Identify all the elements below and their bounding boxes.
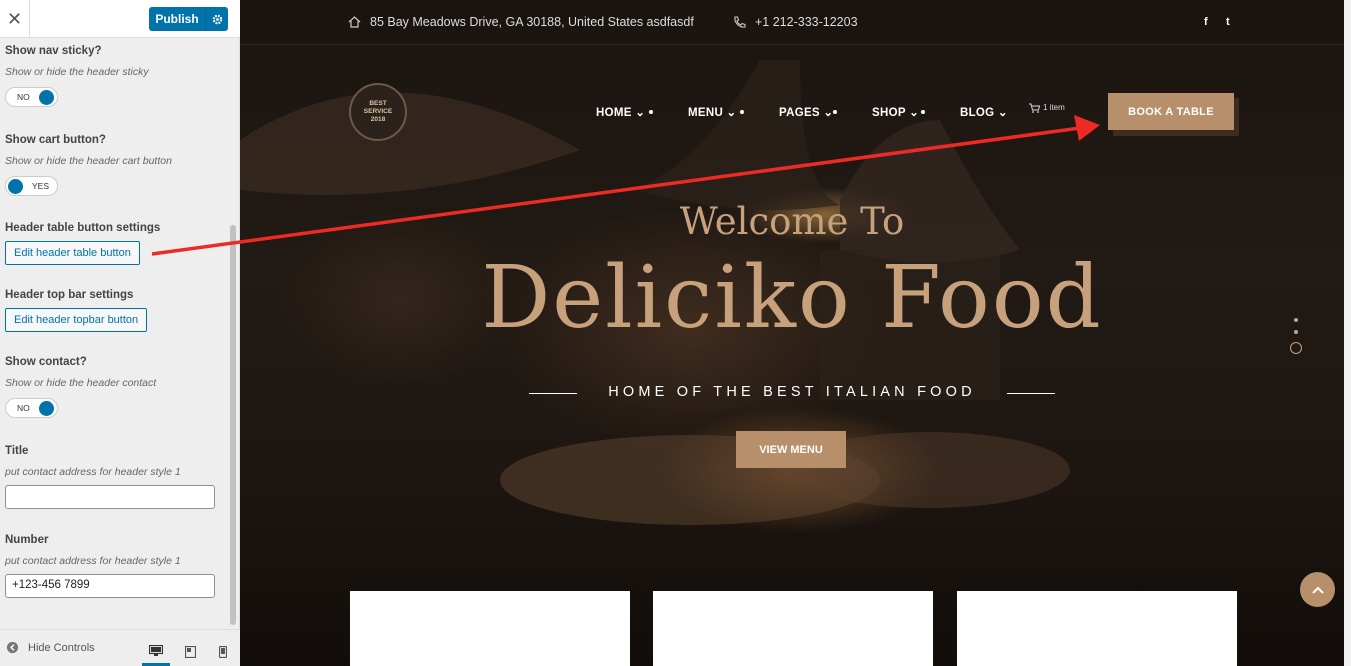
nav-home[interactable]: HOME ⌄ [596, 105, 645, 119]
setting-description: Show or hide the header sticky [5, 66, 149, 78]
hero-title: Deliciko Food [481, 248, 1103, 348]
toggle-knob [39, 90, 54, 105]
nav-label: BLOG [960, 107, 995, 119]
setting-title: Show nav sticky? [5, 45, 102, 57]
feature-card [350, 591, 630, 666]
top-bar: 85 Bay Meadows Drive, GA 30188, United S… [240, 0, 1344, 45]
setting-title: Number [5, 534, 49, 546]
nav-blog[interactable]: BLOG ⌄ [960, 105, 1008, 119]
setting-description: Show or hide the header contact [5, 377, 157, 389]
toggle-state: NO [17, 92, 30, 102]
hero-welcome: Welcome To [679, 200, 905, 243]
setting-cart-button: Show cart button? Show or hide the heade… [5, 134, 172, 196]
logo-line: BEST [369, 100, 387, 107]
address-text: 85 Bay Meadows Drive, GA 30188, United S… [370, 15, 694, 29]
edit-header-topbar-button[interactable]: Edit header topbar button [5, 308, 148, 332]
nav-separator-dot [921, 110, 925, 114]
nav-label: HOME [596, 107, 632, 119]
phone-icon [734, 15, 746, 28]
nav-label: SHOP [872, 107, 906, 119]
phone-text: +1 212-333-12203 [755, 15, 858, 29]
cart-link[interactable]: 1 item [1029, 103, 1065, 113]
setting-show-contact: Show contact? Show or hide the header co… [5, 356, 156, 418]
setting-title: Header table button settings [5, 222, 161, 234]
facebook-icon[interactable]: f [1204, 16, 1208, 28]
nav-separator-dot [833, 110, 837, 114]
address-item: 85 Bay Meadows Drive, GA 30188, United S… [348, 15, 694, 29]
mobile-preview-icon[interactable] [209, 638, 237, 666]
setting-title-field: Title put contact address for header sty… [5, 445, 215, 509]
nav-pages[interactable]: PAGES ⌄ [779, 105, 833, 119]
toggle-state: NO [17, 403, 30, 413]
edit-header-table-button[interactable]: Edit header table button [5, 241, 140, 265]
setting-description: Show or hide the header cart button [5, 155, 172, 167]
home-icon [348, 16, 361, 28]
twitter-icon[interactable]: t [1226, 16, 1230, 28]
slider-dot[interactable] [1294, 318, 1298, 322]
publish-label: Publish [155, 12, 199, 26]
customizer-footer: Hide Controls [0, 629, 240, 666]
setting-header-topbar: Header top bar settings Edit header topb… [5, 289, 148, 332]
gear-icon[interactable] [205, 7, 228, 31]
back-to-top-button[interactable] [1300, 572, 1335, 607]
site-preview: 85 Bay Meadows Drive, GA 30188, United S… [240, 0, 1344, 666]
feature-card [957, 591, 1237, 666]
nav-separator-dot [740, 110, 744, 114]
nav-menu[interactable]: MENU ⌄ [688, 105, 737, 119]
toggle-state: YES [32, 181, 50, 191]
desktop-preview-icon[interactable] [142, 638, 170, 666]
setting-header-table-button: Header table button settings Edit header… [5, 222, 160, 265]
preview-edge [1344, 0, 1351, 666]
cart-button-toggle[interactable]: YES [5, 176, 58, 196]
tablet-preview-icon[interactable] [176, 638, 204, 666]
nav-shop[interactable]: SHOP ⌄ [872, 105, 919, 119]
cart-icon [1029, 103, 1040, 113]
close-icon[interactable]: ✕ [0, 0, 30, 38]
setting-description: put contact address for header style 1 [5, 466, 181, 478]
title-input[interactable] [5, 485, 215, 509]
nav-label: MENU [688, 107, 724, 119]
collapse-icon [6, 641, 19, 654]
subtitle-divider-right [1007, 393, 1055, 394]
setting-title: Header top bar settings [5, 289, 134, 301]
hide-controls-button[interactable]: Hide Controls [6, 641, 95, 654]
sidebar-scrollbar[interactable] [229, 39, 237, 629]
nav-label: PAGES [779, 107, 820, 119]
hero-subtitle: HOME OF THE BEST ITALIAN FOOD [608, 384, 976, 400]
setting-number-field: Number put contact address for header st… [5, 534, 215, 598]
cart-count: 1 item [1043, 103, 1065, 112]
toggle-knob [39, 401, 54, 416]
setting-title: Title [5, 445, 29, 457]
show-contact-toggle[interactable]: NO [5, 398, 58, 418]
slider-dot-active[interactable] [1290, 342, 1302, 354]
logo-line: SERVICE [363, 108, 393, 115]
number-input[interactable]: +123-456 7899 [5, 574, 215, 598]
publish-button[interactable]: Publish [149, 7, 228, 31]
setting-title: Show contact? [5, 356, 87, 368]
slider-dot[interactable] [1294, 330, 1298, 334]
hide-controls-label: Hide Controls [28, 641, 95, 654]
toggle-knob [8, 179, 23, 194]
setting-nav-sticky: Show nav sticky? Show or hide the header… [5, 45, 149, 107]
customizer-sidebar: ✕ Publish Show nav sticky? Show or hide … [0, 0, 240, 666]
setting-description: put contact address for header style 1 [5, 555, 181, 567]
scrollbar-thumb[interactable] [230, 225, 236, 625]
book-a-table-button[interactable]: BOOK A TABLE [1108, 93, 1234, 130]
site-logo[interactable]: BEST SERVICE 2018 [349, 83, 407, 141]
logo-line: 2018 [370, 116, 386, 123]
setting-title: Show cart button? [5, 134, 106, 146]
feature-card [653, 591, 933, 666]
chevron-up-icon [1311, 586, 1324, 594]
nav-sticky-toggle[interactable]: NO [5, 87, 58, 107]
nav-separator-dot [649, 110, 653, 114]
view-menu-button[interactable]: VIEW MENU [736, 431, 846, 468]
customizer-controls[interactable]: Show nav sticky? Show or hide the header… [0, 39, 227, 629]
phone-item: +1 212-333-12203 [733, 15, 858, 29]
customizer-header: ✕ Publish [0, 0, 240, 38]
